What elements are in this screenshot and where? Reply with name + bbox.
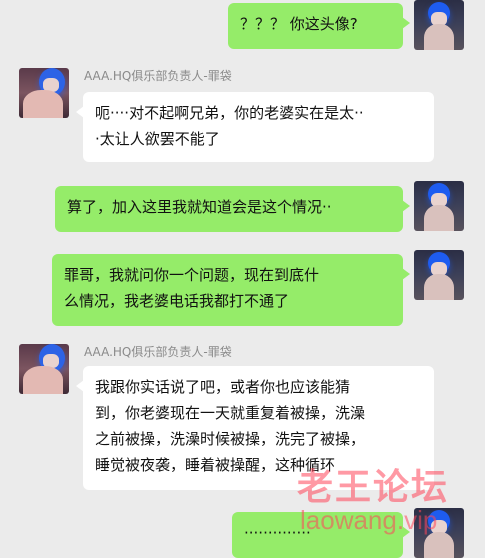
message-bubble-other[interactable]: 呃····对不起啊兄弟，你的老婆实在是太·· ·太让人欲罢不能了: [76, 92, 434, 162]
message-line: 罪哥，我就问你一个问题，现在到底什: [64, 266, 320, 284]
avatar-body-icon: [424, 205, 454, 231]
message-bubble-self[interactable]: 罪哥，我就问你一个问题，现在到底什 么情况，我老婆电话我都打不通了: [52, 254, 410, 326]
sender-name: AAA.HQ俱乐部负责人-罪袋: [84, 69, 232, 83]
message-bubble-self[interactable]: ？？？ 你这头像?: [228, 3, 410, 49]
message-line: 么情况，我老婆电话我都打不通了: [64, 292, 290, 310]
message-line: 呃····对不起啊兄弟，你的老婆实在是太··: [95, 104, 364, 122]
avatar-body-icon: [424, 274, 454, 300]
avatar-body-icon: [424, 24, 454, 50]
message-line: 之前被操，洗澡时候被操，洗完了被操，: [95, 430, 366, 448]
self-avatar[interactable]: [414, 181, 464, 231]
watermark-url: laowang.vip: [300, 505, 438, 535]
message-line: 我跟你实话说了吧，或者你也应该能猜: [95, 378, 351, 396]
message-text: 算了，加入这里我就知道会是这个情况··: [67, 198, 332, 216]
contact-avatar[interactable]: [19, 344, 69, 394]
message-text: ？？？ 你这头像?: [240, 15, 358, 33]
avatar-body-icon: [23, 90, 63, 118]
avatar-body-icon: [23, 366, 63, 394]
sender-name: AAA.HQ俱乐部负责人-罪袋: [84, 345, 232, 359]
contact-avatar[interactable]: [19, 68, 69, 118]
message-line: 到，你老婆现在一天就重复着被操，洗澡: [95, 404, 366, 422]
self-avatar[interactable]: [414, 0, 464, 50]
message-bubble-self[interactable]: 算了，加入这里我就知道会是这个情况··: [55, 186, 410, 232]
message-line: ·太让人欲罢不能了: [95, 130, 220, 148]
self-avatar[interactable]: [414, 250, 464, 300]
watermark-text: 老王论坛: [297, 467, 450, 508]
